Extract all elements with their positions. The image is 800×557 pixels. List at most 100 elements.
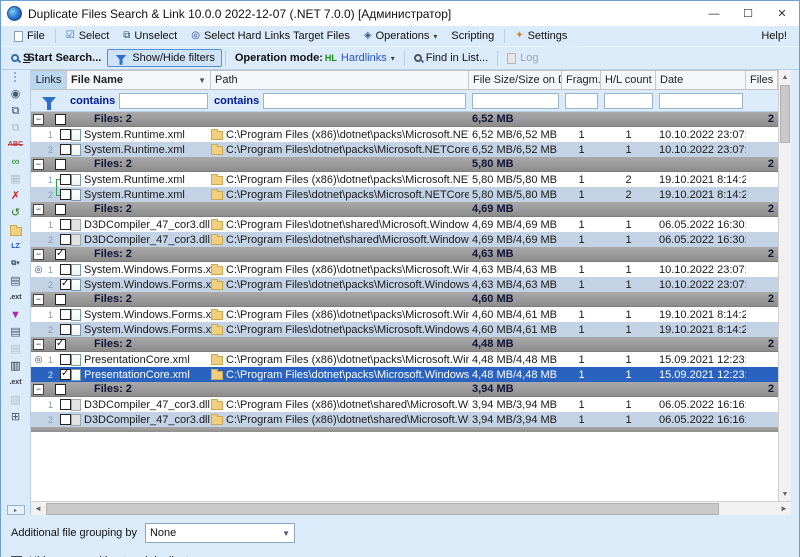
filter-input-fragm[interactable] [565, 93, 598, 109]
filter-input-hl[interactable] [604, 93, 653, 109]
operation-mode-dropdown[interactable]: HL Hardlinks ▾ [325, 50, 401, 66]
table-row[interactable]: 2D3DCompiler_47_cor3.dllC:\Program Files… [31, 412, 778, 427]
menu-help[interactable]: Help! [755, 28, 793, 44]
copy-selection-icon[interactable]: ⧉ [6, 103, 26, 119]
column-header-hl[interactable]: H/L count [601, 71, 656, 89]
group-checkbox[interactable] [55, 159, 66, 170]
row-checkbox[interactable] [60, 279, 71, 290]
filter-funnel-icon[interactable] [42, 97, 56, 105]
minimize-button[interactable]: — [697, 1, 731, 26]
group-checkbox[interactable] [55, 249, 66, 260]
row-checkbox[interactable] [60, 414, 71, 425]
menu-settings[interactable]: ✦ Settings [508, 28, 574, 44]
column-header-date[interactable]: Date [656, 71, 746, 89]
scroll-up-icon[interactable]: ▲ [779, 70, 791, 84]
menu-file[interactable]: File [7, 28, 52, 44]
row-checkbox[interactable] [60, 324, 71, 335]
column-header-files[interactable]: Files [746, 71, 778, 89]
ext-list-icon[interactable]: .ext [6, 375, 26, 391]
filter-input-name[interactable] [119, 93, 208, 109]
abc-strike-icon[interactable]: ABC [6, 137, 26, 153]
vertical-scroll-thumb[interactable] [780, 85, 790, 143]
row-checkbox[interactable] [60, 354, 71, 365]
move-to-folder-icon[interactable] [6, 222, 26, 238]
list-disabled-icon[interactable]: ▤ [6, 341, 26, 357]
recycle-bin-icon[interactable]: ↺ [6, 205, 26, 221]
collapse-icon[interactable]: − [33, 339, 44, 350]
sidebar-collapse-button[interactable]: ▸ [7, 505, 25, 515]
menu-unselect[interactable]: ⧉ Unselect [116, 28, 184, 44]
links-disabled-icon[interactable]: ▦ [6, 171, 26, 187]
table-row[interactable]: 2System.Runtime.xmlC:\Program Files\dotn… [31, 142, 778, 157]
row-checkbox[interactable] [60, 369, 71, 380]
group-checkbox[interactable] [55, 204, 66, 215]
column-header-fragm[interactable]: Fragm. [562, 71, 601, 89]
filter-input-path[interactable] [263, 93, 466, 109]
menu-scripting[interactable]: Scripting [444, 28, 501, 44]
table-row[interactable]: ◎1System.Windows.Forms.xmlC:\Program Fil… [31, 262, 778, 277]
group-checkbox[interactable] [55, 339, 66, 350]
create-hardlinks-icon[interactable]: ∞ [6, 154, 26, 170]
collapse-icon[interactable]: − [33, 114, 44, 125]
row-checkbox[interactable] [60, 144, 71, 155]
column-header-name[interactable]: File Name▼ [67, 71, 211, 89]
menu-select-hardlink-targets[interactable]: ◎ Select Hard Links Target Files [184, 28, 357, 44]
list-dark-icon[interactable]: ▥ [6, 358, 26, 374]
filter-input-date[interactable] [659, 93, 743, 109]
vertical-scrollbar[interactable]: ▲ ▼ [778, 70, 791, 501]
collapse-icon[interactable]: − [33, 204, 44, 215]
find-in-list-button[interactable]: Find in List... [408, 50, 494, 66]
start-search-button[interactable]: S Start Search... [5, 50, 107, 66]
menu-operations[interactable]: ◈ Operations ▾ [357, 28, 445, 44]
table-row[interactable]: 2PresentationCore.xmlC:\Program Files\do… [31, 367, 778, 382]
row-checkbox[interactable] [60, 174, 71, 185]
table-row[interactable]: 1System.Windows.Forms.xmlC:\Program File… [31, 307, 778, 322]
row-checkbox[interactable] [60, 264, 71, 275]
lz-compress-icon[interactable]: LZ [6, 239, 26, 255]
collapse-icon[interactable]: − [33, 384, 44, 395]
row-checkbox[interactable] [60, 309, 71, 320]
table-row[interactable]: ◎1PresentationCore.xmlC:\Program Files (… [31, 352, 778, 367]
horizontal-scrollbar[interactable]: ◄ ► [31, 501, 791, 515]
table-row[interactable]: 2System.Runtime.xmlC:\Program Files\dotn… [31, 187, 778, 202]
table-row[interactable]: 1System.Runtime.xmlC:\Program Files (x86… [31, 127, 778, 142]
collapse-icon[interactable]: − [33, 249, 44, 260]
column-header-size[interactable]: File Size/Size on Disk [469, 71, 562, 89]
toolbar-grip[interactable] [14, 72, 18, 82]
log-button[interactable]: Log [501, 50, 544, 66]
row-checkbox[interactable] [60, 129, 71, 140]
group-header-row[interactable]: −Files: 26,52 MB2 [31, 112, 778, 127]
group-header-row[interactable]: −Files: 24,48 MB2 [31, 337, 778, 352]
table-row[interactable]: 2System.Windows.Forms.xmlC:\Program File… [31, 322, 778, 337]
table-row[interactable]: 1D3DCompiler_47_cor3.dllC:\Program Files… [31, 217, 778, 232]
copy-disabled-icon[interactable]: ⧉ [6, 120, 26, 136]
group-header-row[interactable]: −Files: 25,80 MB2 [31, 157, 778, 172]
collapse-icon[interactable]: − [33, 159, 44, 170]
column-header-links[interactable]: Links [31, 71, 67, 89]
table-row[interactable]: 2System.Windows.Forms.xmlC:\Program File… [31, 277, 778, 292]
row-checkbox[interactable] [60, 189, 71, 200]
group-header-row[interactable]: −Files: 23,94 MB2 [31, 382, 778, 397]
table-row[interactable]: 2D3DCompiler_47_cor3.dllC:\Program Files… [31, 232, 778, 247]
group-header-row[interactable]: −Files: 24,63 MB2 [31, 247, 778, 262]
column-header-path[interactable]: Path [211, 71, 469, 89]
collapse-icon[interactable]: − [33, 294, 44, 305]
menu-select[interactable]: ☑ Select [59, 28, 117, 44]
group-checkbox[interactable] [55, 114, 66, 125]
ext-select-icon[interactable]: .ext [6, 290, 26, 306]
color-filter-icon[interactable]: ▼ [6, 307, 26, 323]
table-row[interactable]: 1D3DCompiler_47_cor3.dllC:\Program Files… [31, 397, 778, 412]
list-copy-icon[interactable]: ▤ [6, 324, 26, 340]
group-checkbox[interactable] [55, 294, 66, 305]
horizontal-scroll-thumb[interactable] [46, 503, 719, 515]
grouping-select[interactable]: None ▼ [145, 523, 295, 543]
compare-disabled-icon[interactable]: ▨ [6, 392, 26, 408]
scroll-down-icon[interactable]: ▼ [779, 487, 791, 501]
close-button[interactable]: ✕ [765, 1, 799, 26]
scroll-right-icon[interactable]: ► [777, 502, 791, 516]
scroll-left-icon[interactable]: ◄ [31, 502, 45, 516]
delete-x-icon[interactable]: ✗ [6, 188, 26, 204]
grid-swap-icon[interactable]: ⊞ [6, 409, 26, 425]
row-checkbox[interactable] [60, 234, 71, 245]
group-checkbox[interactable] [55, 384, 66, 395]
